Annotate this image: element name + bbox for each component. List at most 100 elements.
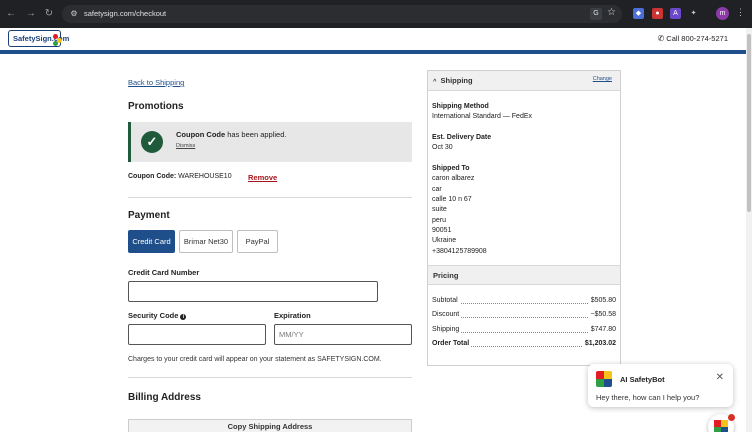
browser-toolbar: ← → ↻ ⚙ safetysign.com/checkout G ☆ ◆ ● … — [0, 0, 752, 28]
bookmark-star-icon[interactable]: ☆ — [607, 7, 616, 18]
shipping-method-label: Shipping Method — [432, 103, 489, 110]
pricing-title: Pricing — [433, 271, 459, 280]
site-header: SafetySign.com ✆ Call 800-274-5271 — [0, 28, 746, 50]
site-logo[interactable]: SafetySign.com — [8, 30, 69, 47]
payment-heading: Payment — [128, 210, 170, 221]
extension-red-icon[interactable]: ● — [652, 8, 663, 19]
chat-launcher-button[interactable] — [708, 414, 735, 432]
logo-quad-green — [596, 379, 604, 387]
translate-icon[interactable]: G — [590, 8, 602, 20]
address-line: car — [432, 186, 442, 193]
fab-quad-red — [714, 420, 721, 427]
browser-menu-icon[interactable]: ⋮ — [736, 7, 745, 18]
extension-shield-icon[interactable]: ◆ — [633, 8, 644, 19]
delivery-date-label: Est. Delivery Date — [432, 134, 492, 141]
coupon-message: Coupon Code has been applied. — [176, 130, 286, 139]
remove-coupon-link[interactable]: Remove — [248, 173, 277, 182]
coupon-message-bold: Coupon Code — [176, 130, 226, 139]
address-line: suite — [432, 206, 447, 213]
expiration-input[interactable]: MM/YY — [274, 324, 412, 345]
profile-avatar[interactable]: m — [716, 7, 729, 20]
phone-icon: ✆ — [657, 34, 665, 43]
coupon-applied-alert: ✓ Coupon Code has been applied. Dismiss — [128, 122, 412, 162]
charges-note: Charges to your credit card will appear … — [128, 356, 382, 363]
logo-quad-yellow — [604, 371, 612, 379]
coupon-message-rest: has been applied. — [225, 130, 287, 139]
price-row-shipping: Shipping $747.80 — [432, 326, 616, 336]
divider — [128, 197, 412, 198]
phone-contact[interactable]: ✆ Call 800-274-5271 — [658, 34, 728, 43]
tab-paypal[interactable]: PayPal — [237, 230, 278, 253]
chat-title: AI SafetyBot — [620, 375, 665, 384]
site-settings-icon[interactable]: ⚙ — [68, 8, 80, 20]
header-accent-bar — [0, 50, 746, 54]
address-line: 90051 — [432, 227, 452, 234]
price-amount: $505.80 — [588, 297, 616, 304]
promotions-heading: Promotions — [128, 101, 184, 112]
security-code-label: Security Code i — [128, 311, 187, 320]
fab-quad-blue — [721, 427, 728, 432]
change-shipping-link[interactable]: Change — [593, 76, 612, 82]
address-line: caron albarez — [432, 175, 475, 182]
price-row-subtotal: Subtotal $505.80 — [432, 297, 616, 307]
copy-shipping-address-button[interactable]: Copy Shipping Address — [128, 419, 412, 432]
logo-green-dot — [53, 41, 58, 46]
back-arrow-icon[interactable]: ← — [4, 6, 18, 22]
delivery-date-value: Oct 30 — [432, 144, 453, 151]
info-icon[interactable]: i — [180, 314, 187, 320]
price-label: Order Total — [432, 340, 472, 347]
logo-quad-red — [596, 371, 604, 379]
address-line: peru — [432, 217, 447, 224]
back-to-shipping-link[interactable]: Back to Shipping — [128, 78, 184, 87]
tab-credit-card[interactable]: Credit Card — [128, 230, 175, 253]
address-bar[interactable]: ⚙ safetysign.com/checkout G ☆ — [62, 5, 622, 23]
price-label: Subtotal — [432, 297, 460, 304]
fab-quad-yellow — [721, 420, 728, 427]
coupon-code-line: Coupon Code: WAREHOUSE10 — [128, 173, 232, 180]
divider — [128, 377, 412, 378]
price-amount: −$50.58 — [588, 311, 616, 318]
address-line: Ukraine — [432, 237, 457, 244]
close-icon[interactable]: ✕ — [716, 372, 724, 383]
coupon-code-value: WAREHOUSE10 — [176, 173, 232, 180]
extension-a-icon[interactable]: A — [670, 8, 681, 19]
forward-arrow-icon[interactable]: → — [24, 6, 38, 22]
price-row-order-total: Order Total $1,203.02 — [432, 340, 616, 350]
chat-popup[interactable]: AI SafetyBot ✕ Hey there, how can I help… — [588, 364, 733, 407]
card-number-input[interactable] — [128, 281, 378, 302]
address-line: calle 10 n 67 — [432, 196, 472, 203]
fab-quad-green — [714, 427, 721, 432]
phone-number: Call 800-274-5271 — [666, 34, 728, 43]
chevron-up-icon: ^ — [433, 79, 437, 85]
notification-badge — [728, 414, 735, 421]
order-summary-panel: ^ Shipping Change Shipping Method Interna… — [427, 70, 621, 366]
shipping-section-title: ^ Shipping — [433, 76, 473, 85]
security-code-label-text: Security Code — [128, 311, 179, 320]
tab-brimar-net30[interactable]: Brimar Net30 — [179, 230, 233, 253]
chat-message: Hey there, how can I help you? — [596, 393, 700, 402]
coupon-code-label: Coupon Code: — [128, 173, 177, 180]
checkmark-icon: ✓ — [141, 131, 163, 153]
safetybot-logo-icon — [596, 371, 612, 387]
pricing-section-header: Pricing — [428, 265, 620, 285]
price-amount: $1,203.02 — [582, 340, 616, 347]
price-row-discount: Discount −$50.58 — [432, 311, 616, 321]
security-code-input[interactable] — [128, 324, 266, 345]
scrollbar-thumb[interactable] — [747, 34, 751, 212]
extensions-puzzle-icon[interactable]: ✦ — [688, 8, 699, 19]
dismiss-link[interactable]: Dismiss — [176, 143, 195, 149]
reload-icon[interactable]: ↻ — [42, 6, 56, 22]
billing-address-heading: Billing Address — [128, 392, 201, 403]
address-url[interactable]: safetysign.com/checkout — [84, 9, 166, 18]
shipping-title-text: Shipping — [440, 76, 473, 85]
expiration-label: Expiration — [274, 311, 311, 320]
shipping-section-header[interactable]: ^ Shipping Change — [428, 71, 620, 91]
address-line: +3804125789908 — [432, 248, 487, 255]
price-label: Shipping — [432, 326, 462, 333]
logo-quad-blue — [604, 379, 612, 387]
price-label: Discount — [432, 311, 462, 318]
price-amount: $747.80 — [588, 326, 616, 333]
card-number-label: Credit Card Number — [128, 268, 200, 277]
shipping-method-value: International Standard — FedEx — [432, 113, 533, 120]
shipped-to-label: Shipped To — [432, 165, 470, 172]
